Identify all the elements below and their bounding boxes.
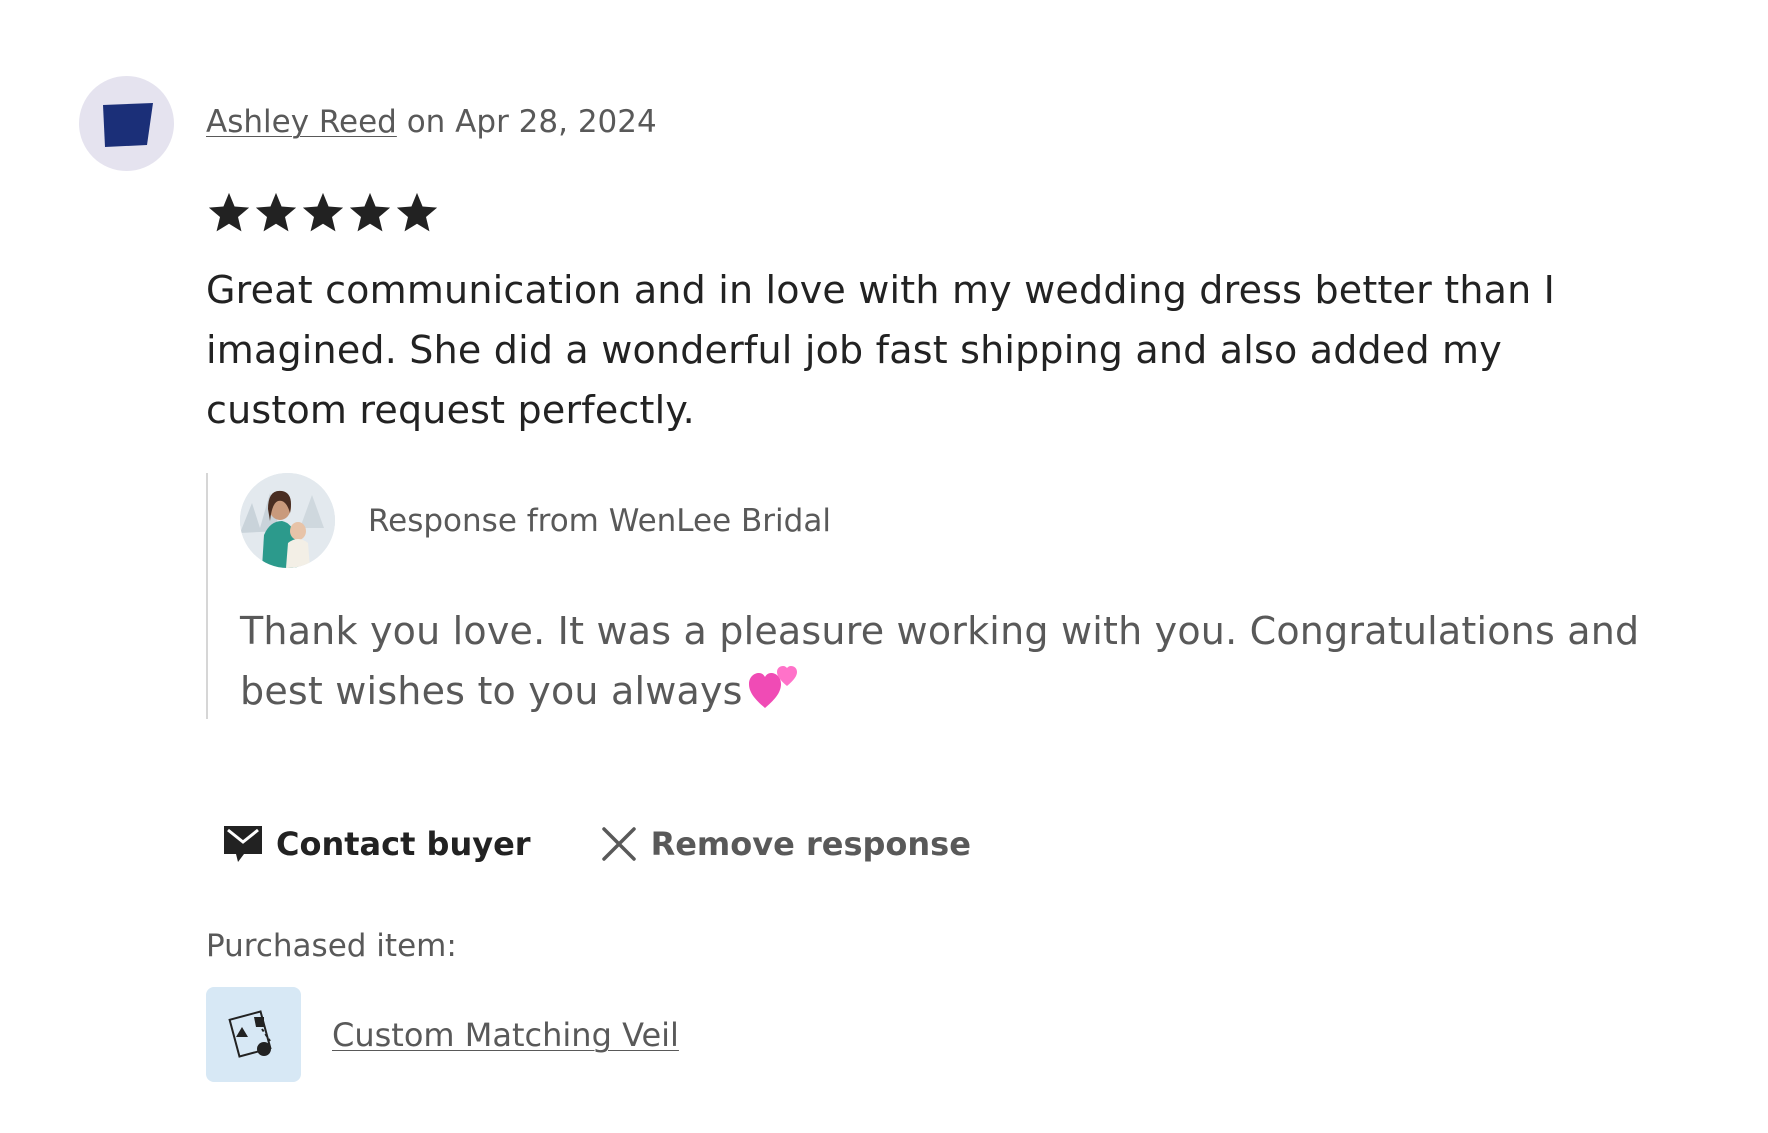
review-date: on Apr 28, 2024 [396, 104, 657, 140]
purchased-item-link[interactable]: Custom Matching Veil [332, 1013, 679, 1057]
review-actions: Contact buyer Remove response [222, 822, 971, 866]
close-icon [601, 827, 636, 861]
mail-icon [224, 826, 262, 862]
star-icon [396, 192, 438, 232]
response-text: Thank you love. It was a pleasure workin… [240, 601, 1640, 721]
avatar-shape-icon [103, 103, 153, 147]
contact-buyer-label: Contact buyer [276, 825, 531, 863]
item-thumbnail[interactable] [206, 987, 301, 1082]
response-body: Thank you love. It was a pleasure workin… [240, 609, 1640, 713]
seller-response: Response from WenLee Bridal Thank you lo… [206, 473, 1648, 719]
star-icon [208, 192, 250, 232]
review-byline: Ashley Reed on Apr 28, 2024 [206, 100, 657, 144]
shop-avatar-image [240, 473, 335, 568]
review-card: Ashley Reed on Apr 28, 2024 Great commun… [0, 0, 1768, 1133]
remove-response-button[interactable]: Remove response [599, 822, 971, 866]
review-text: Great communication and in love with my … [206, 268, 1556, 432]
star-icon [349, 192, 391, 232]
reviewer-avatar[interactable] [79, 76, 174, 171]
two-hearts-icon [748, 666, 797, 708]
reviewer-name-link[interactable]: Ashley Reed [206, 104, 397, 140]
item-placeholder-icon [228, 1010, 272, 1058]
response-title: Response from WenLee Bridal [368, 503, 831, 539]
star-icon [255, 192, 297, 232]
star-rating [206, 190, 441, 236]
star-icon [302, 192, 344, 232]
contact-buyer-button[interactable]: Contact buyer [222, 822, 531, 866]
purchased-item-label: Purchased item: [206, 928, 457, 964]
remove-response-label: Remove response [650, 825, 971, 863]
shop-avatar[interactable] [240, 473, 335, 568]
